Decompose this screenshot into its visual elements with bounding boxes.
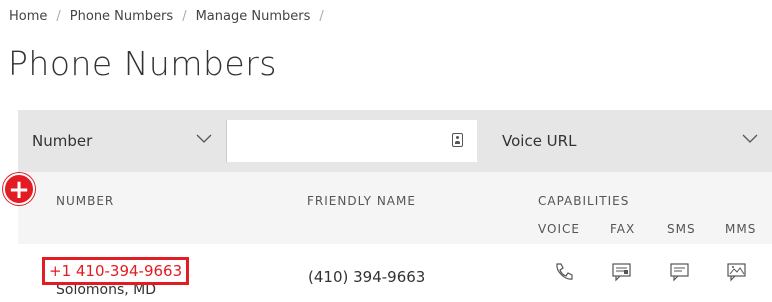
breadcrumb-phone-numbers[interactable]: Phone Numbers [70, 9, 173, 24]
mms-icon [726, 262, 748, 282]
sms-icon [669, 262, 691, 282]
breadcrumb-home[interactable]: Home [9, 9, 47, 24]
voice-url-select[interactable]: Voice URL [488, 120, 772, 162]
table-header [18, 172, 772, 244]
phone-icon [553, 262, 575, 282]
capability-header-voice: VOICE [538, 222, 580, 236]
chevron-down-icon [742, 130, 758, 150]
capability-header-sms: SMS [667, 222, 696, 236]
phone-number-link[interactable]: +1 410-394-9663 [42, 257, 190, 285]
fax-icon [611, 262, 633, 282]
contact-card-icon[interactable] [452, 133, 463, 147]
add-icon: + [8, 175, 30, 205]
search-input[interactable] [235, 122, 439, 162]
page-title: Phone Numbers [8, 44, 277, 83]
filter-bar: Number Voice URL [18, 110, 772, 172]
capability-header-fax: FAX [610, 222, 636, 236]
breadcrumb-separator: / [182, 9, 187, 24]
column-header-friendly-name[interactable]: FRIENDLY NAME [307, 194, 416, 208]
breadcrumb-separator: / [56, 9, 61, 24]
breadcrumb: Home / Phone Numbers / Manage Numbers / [9, 9, 333, 24]
field-select-value: Number [32, 132, 93, 150]
breadcrumb-manage-numbers[interactable]: Manage Numbers [196, 9, 311, 24]
field-select[interactable]: Number [18, 120, 227, 162]
column-header-capabilities: CAPABILITIES [538, 194, 630, 208]
capability-header-mms: MMS [725, 222, 757, 236]
friendly-name-cell: (410) 394-9663 [308, 268, 426, 286]
add-number-button[interactable]: + [3, 173, 35, 205]
column-header-number[interactable]: NUMBER [56, 194, 114, 208]
voice-url-select-value: Voice URL [502, 132, 577, 150]
breadcrumb-separator: / [319, 9, 324, 24]
search-field [227, 120, 477, 162]
chevron-down-icon [196, 130, 212, 150]
